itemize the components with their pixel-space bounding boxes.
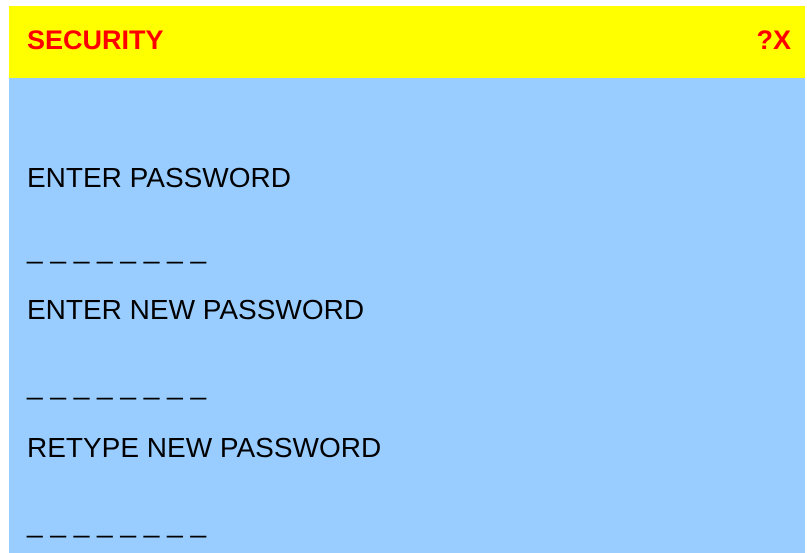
close-button[interactable]: X <box>773 24 791 56</box>
retype-password-field[interactable]: _ _ _ _ _ _ _ _ <box>27 506 206 540</box>
title-bar: SECURITY ? X <box>9 6 805 78</box>
security-dialog: SECURITY ? X ENTER PASSWORD _ _ _ _ _ _ … <box>9 6 805 553</box>
current-password-label: ENTER PASSWORD <box>27 162 291 193</box>
retype-password-label: RETYPE NEW PASSWORD <box>27 432 382 463</box>
current-password-field[interactable]: _ _ _ _ _ _ _ _ <box>27 232 206 266</box>
help-button[interactable]: ? <box>756 24 773 56</box>
new-password-label: ENTER NEW PASSWORD <box>27 294 365 325</box>
new-password-field[interactable]: _ _ _ _ _ _ _ _ <box>27 368 206 402</box>
dialog-title: SECURITY <box>27 25 164 55</box>
title-bar-actions: ? X <box>756 24 791 56</box>
